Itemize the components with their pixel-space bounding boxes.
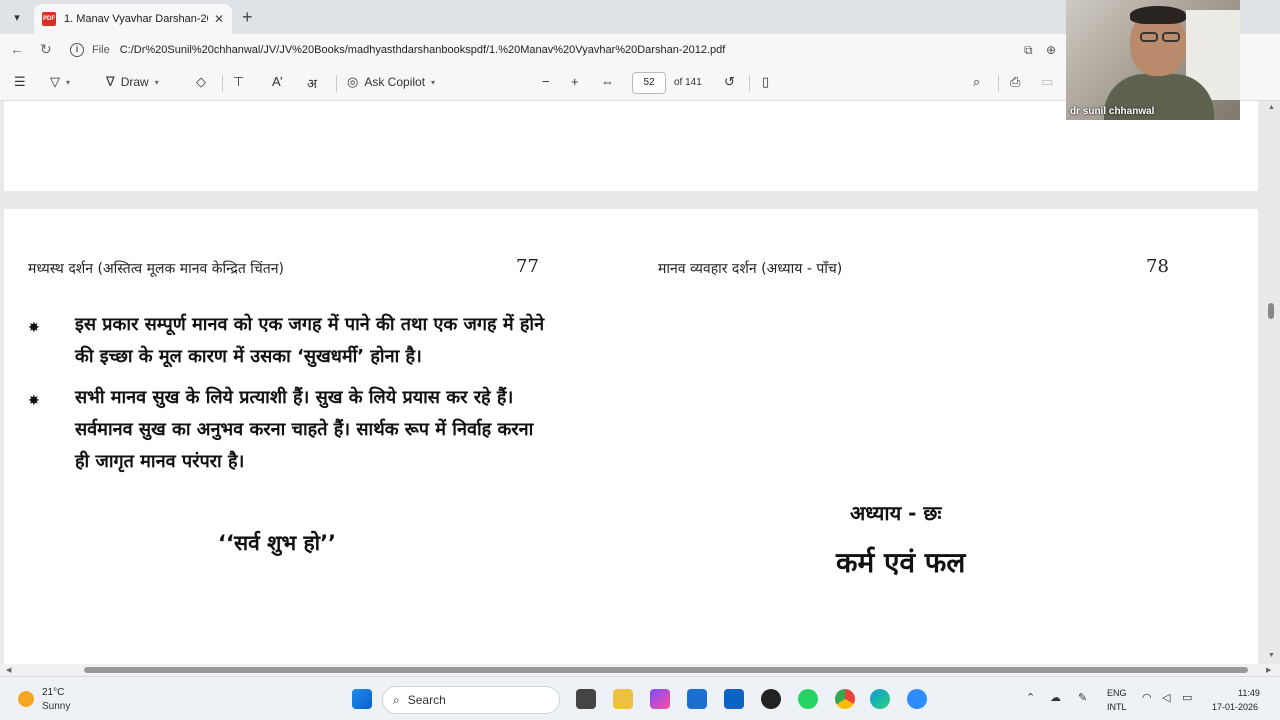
zoom-app-icon[interactable] <box>907 689 927 709</box>
text-box-icon[interactable]: ⊤ <box>233 74 244 90</box>
close-icon[interactable]: ✕ <box>214 12 224 26</box>
toolbar-divider <box>998 75 999 92</box>
chevron-up-icon[interactable]: ⌃ <box>1026 691 1035 704</box>
toolbar-divider <box>222 75 223 92</box>
windows-start-icon[interactable] <box>352 689 372 709</box>
chrome-icon[interactable] <box>835 689 855 709</box>
dell-app-icon[interactable] <box>687 689 707 709</box>
video-participant-tile: dr sunil chhanwal <box>1066 0 1240 120</box>
url-field[interactable]: i File C:/Dr%20Sunil%20chhanwal/JV/JV%20… <box>62 38 1066 62</box>
pdf-page: मध्यस्थ दर्शन (अस्तित्व मूलक मानव केन्द्… <box>4 209 1258 664</box>
left-page-header: मध्यस्थ दर्शन (अस्तित्व मूलक मानव केन्द्… <box>28 261 285 277</box>
new-tab-button[interactable]: + <box>242 7 253 28</box>
scroll-left-arrow-icon[interactable]: ◀ <box>6 666 11 674</box>
glasses-left <box>1140 32 1158 42</box>
chatgpt-icon[interactable] <box>761 689 781 709</box>
draw-label: Draw <box>120 75 149 89</box>
chevron-down-icon: ▾ <box>66 77 71 87</box>
horizontal-scrollbar[interactable]: ◀ ▶ <box>0 664 1280 676</box>
battery-icon[interactable]: ▭ <box>1182 691 1192 704</box>
volume-icon[interactable]: ◁ <box>1162 691 1170 704</box>
highlight-tool[interactable]: ▽ ▾ <box>50 74 70 90</box>
wifi-icon[interactable]: ◠ <box>1142 691 1152 704</box>
url-text[interactable]: C:/Dr%20Sunil%20chhanwal/JV/JV%20Books/m… <box>120 44 726 56</box>
search-icon[interactable]: ⌕ <box>973 74 980 90</box>
person-hair <box>1130 6 1186 24</box>
participant-name: dr sunil chhanwal <box>1070 106 1155 117</box>
url-scheme-label: File <box>92 44 110 56</box>
scroll-right-arrow-icon[interactable]: ▶ <box>1266 666 1271 674</box>
highlighter-icon: ▽ <box>50 74 60 89</box>
chapter-title: कर्म एवं फल <box>836 546 966 579</box>
ask-copilot-button[interactable]: ◎ Ask Copilot ▾ <box>347 74 435 90</box>
weather-condition[interactable]: Sunny <box>42 701 70 712</box>
clock-time[interactable]: 11:49 <box>1238 688 1260 698</box>
pdf-file-icon: PDF <box>42 12 56 26</box>
bullet-star-icon: ✸ <box>28 392 40 408</box>
chevron-down-icon: ▾ <box>14 11 20 24</box>
vertical-scrollbar[interactable]: ▲ ▼ <box>1265 101 1278 664</box>
weather-temperature[interactable]: 21°C <box>42 687 64 698</box>
toolbar-divider <box>336 75 337 92</box>
bullet-text: इस प्रकार सम्पूर्ण मानव को एक जगह में पा… <box>75 314 545 367</box>
right-page-header: मानव व्यवहार दर्शन (अध्याय - पाँच) <box>658 261 843 277</box>
bullet-star-icon: ✸ <box>28 319 40 335</box>
fit-width-icon[interactable]: ⇔ <box>601 74 614 89</box>
read-aloud-icon[interactable]: A’ <box>272 74 283 89</box>
chevron-down-icon: ▾ <box>431 77 436 87</box>
language-indicator[interactable]: ENG <box>1107 688 1127 698</box>
zoom-out-icon[interactable]: − <box>542 74 550 89</box>
draw-tool[interactable]: ∇ Draw ▾ <box>106 74 159 90</box>
keyboard-layout-indicator[interactable]: INTL <box>1107 702 1127 712</box>
taskbar: 21°C Sunny ⌕ Search ⌃ ☁ ✎ ENG INTL ◠ ◁ ▭… <box>0 676 1280 720</box>
zoom-in-icon[interactable]: + <box>571 74 579 89</box>
copilot-label: Ask Copilot <box>364 75 426 89</box>
info-icon[interactable]: i <box>70 43 84 57</box>
closing-line: ‘‘सर्व शुभ हो’’ <box>218 531 337 555</box>
clock-date[interactable]: 17-01-2026 <box>1212 702 1258 712</box>
toolbar-divider <box>749 75 750 92</box>
zoom-icon[interactable]: ⊕ <box>1046 43 1056 57</box>
glasses-right <box>1162 32 1180 42</box>
tab-title: 1. Manav Vyavhar Darshan-2012.p <box>64 13 208 25</box>
sun-icon[interactable] <box>18 691 34 707</box>
outlook-icon[interactable] <box>724 689 744 709</box>
search-label: Search <box>407 693 446 707</box>
task-view-icon[interactable] <box>576 689 596 709</box>
copilot-app-icon[interactable] <box>650 689 670 709</box>
taskbar-search-box[interactable]: ⌕ Search <box>382 686 560 714</box>
contents-list-icon[interactable]: ☰ <box>14 74 26 90</box>
right-page-number: 78 <box>1146 256 1169 277</box>
file-explorer-icon[interactable] <box>613 689 633 709</box>
translate-icon[interactable]: ⧉ <box>1024 43 1033 58</box>
pen-icon: ∇ <box>106 74 115 89</box>
horizontal-scroll-thumb[interactable] <box>84 667 1248 673</box>
edge-icon[interactable] <box>870 689 890 709</box>
save-icon[interactable]: ▭ <box>1041 74 1053 90</box>
copilot-icon: ◎ <box>347 74 359 89</box>
refresh-icon[interactable]: ↻ <box>40 41 52 58</box>
tab-actions-menu-button[interactable]: ▾ <box>6 6 28 28</box>
page-number-input[interactable]: 52 <box>632 72 666 94</box>
page-total-label: of 141 <box>674 77 702 88</box>
search-icon: ⌕ <box>393 692 400 707</box>
scroll-down-arrow-icon[interactable]: ▼ <box>1268 652 1275 659</box>
print-icon[interactable]: ⎙ <box>1010 74 1020 90</box>
tab-active-pdf[interactable]: PDF 1. Manav Vyavhar Darshan-2012.p ✕ <box>34 4 232 34</box>
cloud-icon[interactable]: ☁ <box>1050 691 1061 704</box>
eraser-icon[interactable]: ◇ <box>196 74 206 90</box>
back-arrow-icon[interactable]: ← <box>10 41 24 57</box>
chevron-down-icon: ▾ <box>154 77 159 87</box>
bullet-text: सभी मानव सुख के लिये प्रत्याशी हैं। सुख … <box>75 387 534 472</box>
scroll-up-arrow-icon[interactable]: ▲ <box>1268 104 1275 111</box>
left-page-number: 77 <box>516 256 539 277</box>
vertical-scroll-thumb[interactable] <box>1268 303 1274 319</box>
translate-text-icon[interactable]: अ <box>307 74 317 92</box>
whatsapp-icon[interactable] <box>798 689 818 709</box>
pdf-document-area[interactable]: मध्यस्थ दर्शन (अस्तित्व मूलक मानव केन्द्… <box>0 101 1280 664</box>
page-view-icon[interactable]: ▯ <box>762 74 769 90</box>
rotate-icon[interactable]: ↺ <box>724 74 735 90</box>
pen-icon[interactable]: ✎ <box>1078 691 1087 704</box>
chapter-heading: अध्याय - छः <box>850 501 942 525</box>
